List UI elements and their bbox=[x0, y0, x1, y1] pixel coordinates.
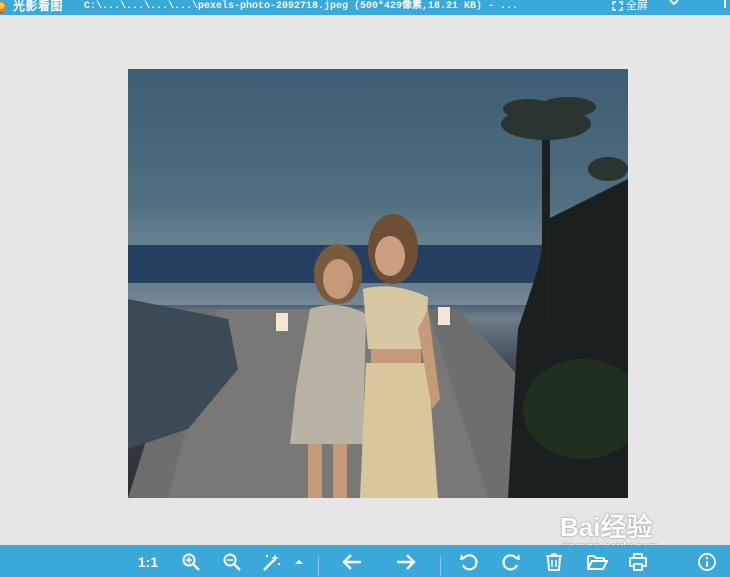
app-name: 光影看图 bbox=[13, 0, 64, 13]
title-bar: 光影看图 C:\...\...\...\...\pexels-photo-209… bbox=[0, 0, 730, 15]
zoom-out-icon bbox=[223, 553, 241, 571]
zoom-in-icon bbox=[182, 553, 200, 571]
rotate-cw-icon bbox=[502, 554, 520, 571]
info-icon bbox=[698, 553, 716, 571]
auto-enhance-button[interactable] bbox=[260, 552, 282, 572]
open-folder-button[interactable] bbox=[585, 552, 609, 572]
window-control-icon[interactable] bbox=[724, 0, 730, 8]
fullscreen-button[interactable]: 全屏 bbox=[612, 0, 648, 13]
actual-size-button[interactable]: 1:1 bbox=[134, 552, 162, 572]
fullscreen-icon bbox=[612, 0, 623, 11]
arrow-left-icon bbox=[342, 554, 361, 570]
enhance-menu-button[interactable] bbox=[293, 552, 305, 572]
image-info-button[interactable] bbox=[696, 552, 718, 572]
previous-image-button[interactable] bbox=[340, 552, 364, 572]
toolbar-separator bbox=[318, 556, 319, 576]
magic-wand-icon bbox=[263, 554, 281, 571]
trash-icon bbox=[546, 553, 562, 571]
zoom-out-button[interactable] bbox=[221, 552, 243, 572]
fullscreen-label: 全屏 bbox=[626, 0, 648, 12]
delete-button[interactable] bbox=[543, 552, 565, 572]
watermark-brand: Bai经验 bbox=[560, 512, 653, 542]
zoom-in-button[interactable] bbox=[180, 552, 202, 572]
watermark: Bai经验 jingyan.baidu.com bbox=[560, 512, 659, 553]
toolbar-separator bbox=[440, 556, 441, 576]
caret-up-icon bbox=[295, 560, 303, 564]
bottom-toolbar: 1:1 bbox=[0, 545, 730, 577]
chevron-down-icon[interactable] bbox=[669, 0, 679, 7]
rotate-ccw-icon bbox=[460, 554, 478, 571]
next-image-button[interactable] bbox=[394, 552, 418, 572]
app-logo-icon bbox=[0, 1, 6, 13]
rotate-right-button[interactable] bbox=[500, 552, 522, 572]
image-viewport[interactable] bbox=[0, 15, 730, 545]
rotate-left-button[interactable] bbox=[458, 552, 480, 572]
print-icon bbox=[629, 553, 647, 571]
file-path-title: C:\...\...\...\...\pexels-photo-2092718.… bbox=[84, 1, 519, 12]
print-button[interactable] bbox=[627, 552, 649, 572]
photo-illustration bbox=[128, 97, 628, 498]
arrow-right-icon bbox=[397, 554, 416, 570]
folder-open-icon bbox=[587, 555, 608, 570]
photo bbox=[128, 69, 628, 498]
